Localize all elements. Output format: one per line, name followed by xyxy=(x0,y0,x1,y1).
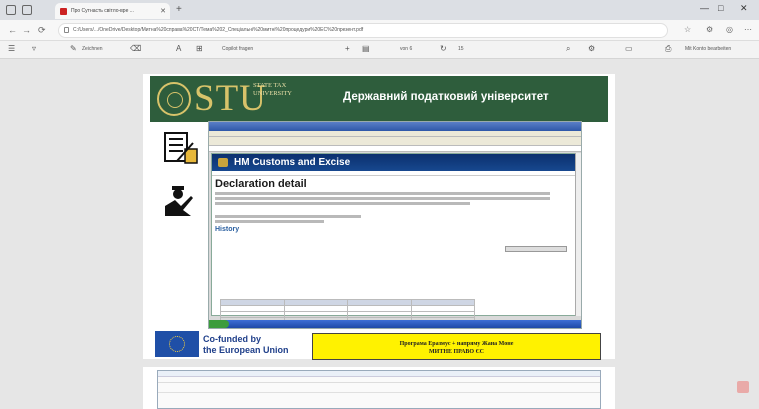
text-line xyxy=(215,220,325,223)
next-slide-window-screenshot xyxy=(157,370,601,409)
ie-toolbar xyxy=(209,137,581,146)
xp-taskbar xyxy=(209,320,581,328)
ie-title-bar xyxy=(209,122,581,131)
more-menu-icon[interactable]: ⋯ xyxy=(744,25,752,34)
ie-scrollbar xyxy=(575,153,581,316)
text-line xyxy=(215,215,361,218)
maximize-icon[interactable]: □ xyxy=(718,3,723,13)
settings-icon[interactable]: ⚙ xyxy=(588,44,595,53)
extensions-icon[interactable]: ⚙ xyxy=(706,25,713,34)
programme-line2: МИТНЕ ПРАВО ЄС xyxy=(429,349,484,355)
university-banner: STU STATE TAX UNIVERSITY Державний подат… xyxy=(150,76,608,122)
documents-icon xyxy=(164,132,198,164)
back-icon[interactable]: ← xyxy=(8,25,17,35)
read-aloud-icon[interactable]: A xyxy=(176,44,181,53)
draw-button[interactable]: Zeichnen xyxy=(82,46,103,52)
hmrc-web-page: HM Customs and Excise Declaration detail… xyxy=(211,153,577,328)
erase-icon[interactable]: ⌫ xyxy=(130,44,141,53)
profile-icon[interactable]: ◎ xyxy=(726,25,733,34)
hmrc-header: HM Customs and Excise xyxy=(212,154,576,171)
eu-flag-icon xyxy=(155,331,199,357)
pdf-page-next xyxy=(143,367,615,409)
browser-menu-icon[interactable] xyxy=(6,5,16,15)
university-logo-subtitle: STATE TAX UNIVERSITY xyxy=(253,82,292,97)
history-heading: History xyxy=(215,226,240,233)
close-tab-icon[interactable]: ✕ xyxy=(160,7,166,15)
text-line xyxy=(215,202,470,205)
text-line xyxy=(215,197,550,200)
forward-icon[interactable]: → xyxy=(22,25,31,35)
co-funded-text: Co-funded by the European Union xyxy=(203,334,289,356)
banner-title: Державний податковий університет xyxy=(343,91,549,103)
tab-title: Про Сутнасть світло-вре ... xyxy=(71,8,134,14)
page-of: von 6 xyxy=(400,46,413,52)
university-seal-icon xyxy=(157,82,191,116)
declaration-heading: Declaration detail xyxy=(215,178,307,190)
zoom-in-icon[interactable]: + xyxy=(345,44,350,53)
refresh-icon[interactable]: ⟳ xyxy=(38,25,46,36)
programme-line1: Програма Еразмус + напряму Жана Моне xyxy=(399,341,514,347)
highlight-icon[interactable]: ▿ xyxy=(32,44,36,53)
fit-icon[interactable]: ⊞ xyxy=(196,44,203,53)
tab-actions-icon[interactable] xyxy=(22,5,32,15)
co-funded-line2: the European Union xyxy=(203,345,289,355)
window-row xyxy=(158,383,600,393)
floating-action-icon[interactable] xyxy=(737,381,749,393)
page-count: 15 xyxy=(458,46,464,52)
hmrc-breadcrumb xyxy=(212,171,576,176)
search-icon[interactable]: ⌕ xyxy=(566,44,570,54)
pdf-viewer[interactable]: STU STATE TAX UNIVERSITY Державний подат… xyxy=(0,59,759,409)
favorite-star-icon[interactable]: ☆ xyxy=(684,25,691,34)
ie-address-bar xyxy=(209,146,581,152)
start-button xyxy=(209,320,229,328)
address-bar-area: ← → ⟳ C:/Users/.../OneDrive/Desktop/Митн… xyxy=(0,20,759,41)
customs-officer-icon xyxy=(165,186,193,216)
print-button xyxy=(505,246,567,252)
pdf-file-icon xyxy=(60,7,67,15)
pdf-page: STU STATE TAX UNIVERSITY Державний подат… xyxy=(143,74,615,360)
contents-icon[interactable]: ☰ xyxy=(8,44,15,53)
lock-icon xyxy=(64,27,69,33)
pdf-toolbar: ☰ ▿ ✎ Zeichnen ⌫ A ⊞ Copilot fragen + ▤ … xyxy=(0,41,759,59)
co-funded-line1: Co-funded by xyxy=(203,334,261,344)
page-view-icon[interactable]: ▤ xyxy=(362,44,370,53)
browser-tab[interactable]: Про Сутнасть світло-вре ... ✕ xyxy=(55,3,170,19)
minimize-icon[interactable]: — xyxy=(700,3,709,13)
hmrc-screenshot: HM Customs and Excise Declaration detail… xyxy=(208,121,582,329)
edit-with-account-button[interactable]: Mit Konto bearbeiten xyxy=(685,46,731,52)
browser-tab-bar: Про Сутнасть світло-вре ... ✕ + — □ ✕ xyxy=(0,0,759,20)
rotate-icon[interactable]: ↻ xyxy=(440,44,447,53)
url-field[interactable]: C:/Users/.../OneDrive/Desktop/Митна%20сп… xyxy=(58,23,668,38)
copilot-button[interactable]: Copilot fragen xyxy=(222,46,253,52)
save-icon[interactable]: ▭ xyxy=(625,44,633,53)
close-window-icon[interactable]: ✕ xyxy=(740,3,748,14)
new-tab-icon[interactable]: + xyxy=(176,4,182,15)
draw-icon[interactable]: ✎ xyxy=(70,44,77,53)
print-icon[interactable]: ⎙ xyxy=(665,44,671,54)
text-line xyxy=(215,192,550,195)
url-text: C:/Users/.../OneDrive/Desktop/Митна%20сп… xyxy=(73,27,364,33)
programme-box: Програма Еразмус + напряму Жана Моне МИТ… xyxy=(312,333,601,360)
